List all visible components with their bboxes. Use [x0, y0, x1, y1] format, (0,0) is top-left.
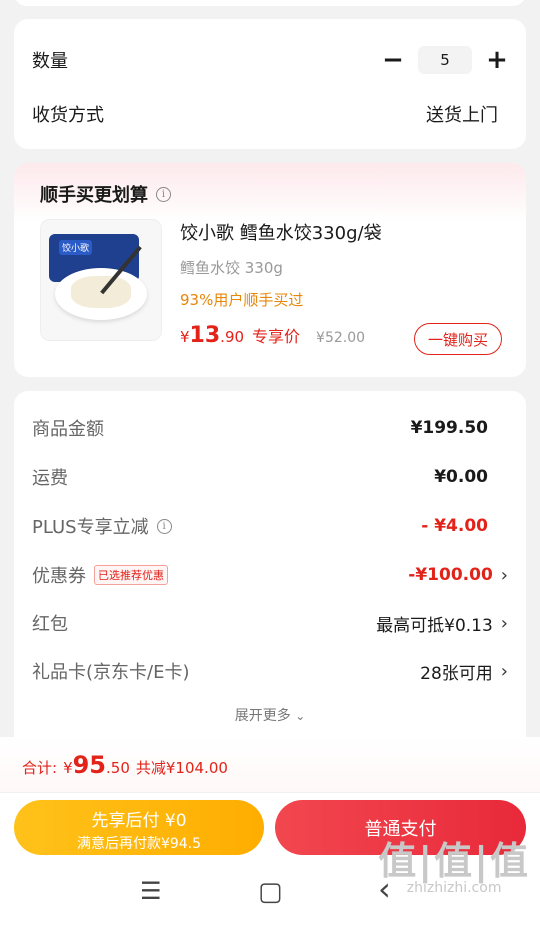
addon-price-int: 13	[189, 323, 221, 348]
chevron-down-icon: ⌄	[295, 709, 306, 723]
watermark: 值|值|值 zhizhizhi.com	[378, 842, 530, 896]
delivery-label: 收货方式	[32, 105, 104, 126]
watermark-logo: 值|值|值	[378, 839, 530, 883]
addon-spec: 鳕鱼水饺 330g	[180, 259, 283, 277]
total-dec: .50	[106, 759, 130, 777]
total-label: 合计:	[22, 759, 58, 777]
total-saved: 共减¥104.00	[135, 759, 228, 777]
delivery-row[interactable]: 收货方式 送货上门	[32, 99, 508, 129]
menu-icon[interactable]: ☰	[140, 877, 162, 905]
addon-header: 顺手买更划算 i	[40, 181, 171, 207]
order-options-card: 数量 − 5 + 收货方式 送货上门	[14, 19, 526, 149]
goods-amount-value: ¥199.50	[410, 418, 488, 438]
total-price: 合计: ¥ 95 .50 共减¥104.00	[22, 751, 228, 779]
addon-price-tag: 专享价	[252, 327, 301, 346]
addon-orig-price: ¥52.00	[316, 330, 366, 346]
addon-card: 顺手买更划算 i 饺小歌 饺小歌 鳕鱼水饺330g/袋 鳕鱼水饺 330g 93…	[14, 163, 526, 377]
pay-later-title: 先享后付 ¥0	[91, 811, 187, 831]
addon-price-dec: .90	[220, 328, 245, 346]
summary-row-coupon[interactable]: 优惠券 已选推荐优惠 -¥100.00 ›	[32, 560, 508, 590]
summary-row-shipping: 运费 ¥0.00	[32, 462, 508, 492]
expand-more-button[interactable]: 展开更多 ⌄	[14, 705, 526, 725]
plus-discount-label-group: PLUS专享立减 i	[32, 513, 172, 539]
delivery-value: 送货上门	[426, 105, 498, 126]
chevron-right-icon: ›	[500, 612, 508, 634]
pay-later-subtitle: 满意后再付款¥94.5	[76, 836, 202, 852]
coupon-badge: 已选推荐优惠	[94, 565, 168, 585]
giftcard-value: 28张可用	[420, 663, 493, 684]
summary-row-plus: PLUS专享立减 i - ¥4.00	[32, 511, 508, 541]
addon-price-symbol: ¥	[180, 328, 190, 346]
chevron-right-icon: ›	[500, 564, 508, 586]
quantity-input[interactable]: 5	[418, 46, 472, 74]
summary-row-goods: 商品金额 ¥199.50	[32, 413, 508, 443]
coupon-value-group: -¥100.00 ›	[408, 565, 508, 586]
quantity-label: 数量	[32, 51, 68, 72]
chevron-right-icon: ›	[500, 660, 508, 682]
product-image[interactable]: 饺小歌	[40, 219, 162, 341]
total-int: 95	[72, 751, 107, 779]
redpacket-label: 红包	[32, 614, 68, 635]
summary-row-giftcard[interactable]: 礼品卡(京东卡/E卡) 28张可用 ›	[32, 656, 508, 686]
quantity-row: 数量 − 5 +	[32, 45, 508, 75]
coupon-label-group: 优惠券 已选推荐优惠	[32, 562, 168, 588]
plus-discount-label: PLUS专享立减	[32, 517, 149, 538]
addon-price: ¥ 13 .90 专享价 ¥52.00	[180, 323, 365, 348]
giftcard-label: 礼品卡(京东卡/E卡)	[32, 662, 190, 683]
quantity-plus-button[interactable]: +	[486, 47, 508, 73]
summary-row-redpacket[interactable]: 红包 最高可抵¥0.13 ›	[32, 608, 508, 638]
shipping-label: 运费	[32, 468, 68, 489]
giftcard-value-group: 28张可用 ›	[420, 659, 508, 684]
info-icon[interactable]: i	[156, 186, 171, 202]
redpacket-value-group: 最高可抵¥0.13 ›	[376, 611, 508, 636]
package-brand: 饺小歌	[59, 240, 93, 255]
redpacket-value: 最高可抵¥0.13	[376, 615, 493, 636]
goods-amount-label: 商品金额	[32, 419, 104, 440]
price-summary-card: 商品金额 ¥199.50 运费 ¥0.00 PLUS专享立减 i - ¥4.00…	[14, 391, 526, 751]
plus-discount-value: - ¥4.00	[421, 516, 488, 536]
expand-more-label: 展开更多	[234, 708, 291, 724]
info-icon[interactable]: i	[156, 518, 172, 534]
quantity-stepper: − 5 +	[382, 46, 508, 74]
addon-hint: 93%用户顺手买过	[180, 291, 304, 309]
shipping-value: ¥0.00	[434, 467, 488, 487]
top-card-partial	[14, 0, 526, 6]
total-bar: 合计: ¥ 95 .50 共减¥104.00	[0, 737, 540, 793]
one-click-buy-button[interactable]: 一键购买	[414, 323, 502, 355]
total-symbol: ¥	[63, 759, 73, 777]
coupon-value: -¥100.00	[408, 565, 493, 585]
pay-later-button[interactable]: 先享后付 ¥0 满意后再付款¥94.5	[14, 800, 264, 855]
quantity-minus-button[interactable]: −	[382, 47, 404, 73]
addon-title: 顺手买更划算	[40, 185, 148, 206]
coupon-label: 优惠券	[32, 566, 86, 587]
home-icon[interactable]: ▢	[258, 877, 283, 907]
addon-product-name[interactable]: 饺小歌 鳕鱼水饺330g/袋	[180, 219, 382, 245]
